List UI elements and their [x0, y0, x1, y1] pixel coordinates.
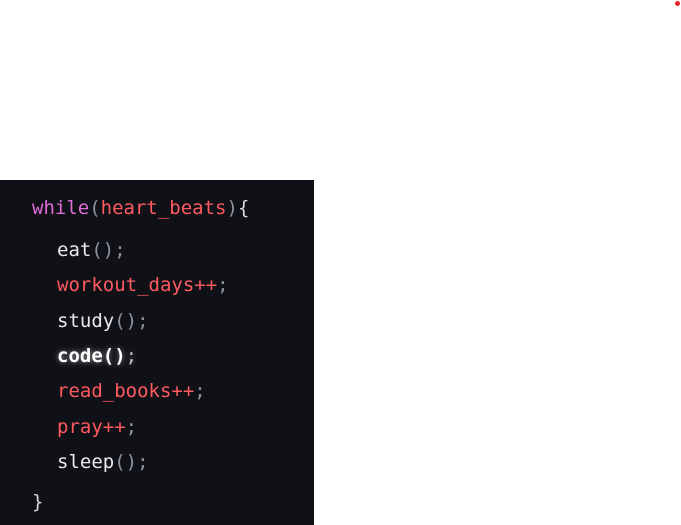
open-brace: {	[237, 197, 250, 219]
code-line-close-brace: }	[32, 490, 43, 514]
red-dot-indicator	[675, 1, 680, 6]
close-paren: )	[226, 197, 238, 219]
code-line-study: study();	[57, 309, 149, 333]
open-paren: (	[89, 197, 101, 219]
call-parens: ()	[102, 345, 126, 367]
code-line-pray: pray++;	[57, 415, 137, 439]
semicolon: ;	[137, 451, 149, 473]
function-name: sleep	[57, 451, 115, 473]
function-name: eat	[57, 239, 92, 261]
semicolon: ;	[137, 310, 149, 332]
code-line-eat: eat();	[57, 238, 126, 262]
semicolon: ;	[114, 239, 126, 261]
increment-statement: workout_days++	[57, 274, 218, 296]
semicolon: ;	[217, 274, 229, 296]
close-brace: }	[32, 491, 44, 513]
code-line-code-highlighted: code();	[57, 344, 137, 368]
code-line-read-books: read_books++;	[57, 379, 206, 403]
increment-statement: pray++	[57, 416, 126, 438]
code-line-while: while(heart_beats){	[32, 196, 249, 220]
call-parens: ()	[114, 310, 138, 332]
code-snippet-panel: while(heart_beats){ eat(); workout_days+…	[0, 180, 314, 525]
semicolon: ;	[125, 416, 138, 438]
increment-statement: read_books++	[57, 380, 195, 402]
condition-identifier: heart_beats	[100, 197, 227, 219]
code-line-workout-days: workout_days++;	[57, 273, 229, 297]
call-parens: ()	[114, 451, 138, 473]
call-parens: ()	[91, 239, 115, 261]
keyword-while: while	[32, 197, 90, 219]
code-line-sleep: sleep();	[57, 450, 149, 474]
function-name: study	[57, 310, 115, 332]
semicolon: ;	[125, 345, 138, 367]
function-name: code	[57, 345, 103, 367]
semicolon: ;	[194, 380, 206, 402]
